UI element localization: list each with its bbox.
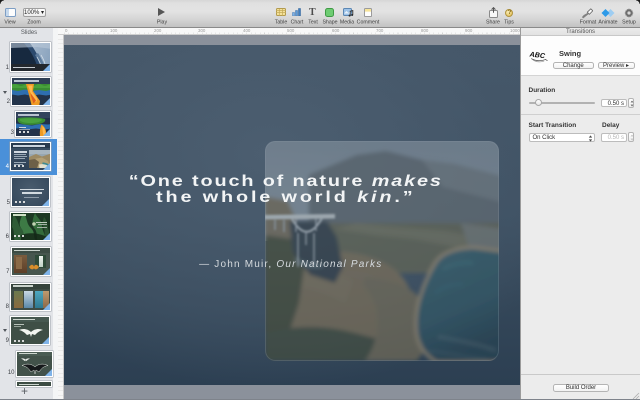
svg-text:ABC: ABC	[528, 50, 546, 60]
